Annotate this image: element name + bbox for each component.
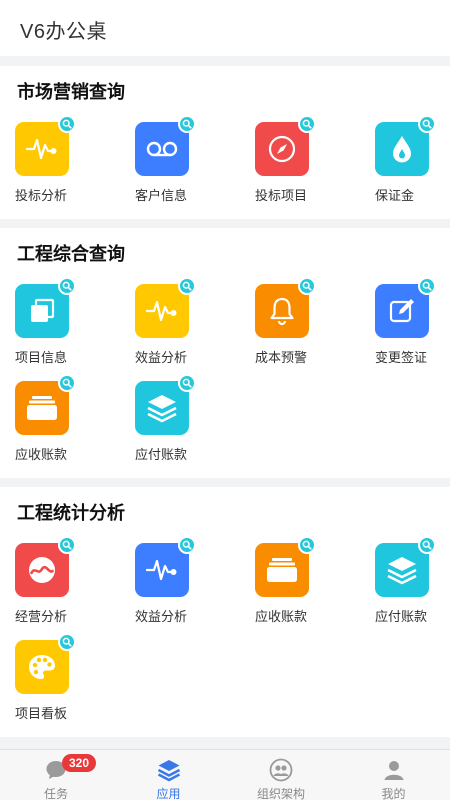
app-tile[interactable]: 应收账款 [15,374,125,471]
search-icon [58,374,76,392]
app-tile[interactable]: 经营分析 [15,536,125,633]
tile-label: 效益分析 [135,350,188,365]
section-1: 市场营销查询投标分析 客户信息 投标项目 保证金 [0,66,450,219]
tile-label: 成本预警 [255,350,308,365]
tile-label: 经营分析 [15,609,68,624]
tab-2[interactable]: 应用 [113,750,225,800]
search-icon [298,536,316,554]
search-icon [418,536,436,554]
app-header: V6办公桌 [0,0,450,56]
tile-label: 应付账款 [375,609,428,624]
tile-label: 应收账款 [15,447,68,462]
app-tile[interactable]: 效益分析 [135,536,245,633]
tile-label: 保证金 [375,188,415,203]
search-icon [178,277,196,295]
tile-label: 变更签证 [375,350,428,365]
app-tile[interactable]: 效益分析 [135,277,245,374]
tile-label: 投标项目 [255,188,308,203]
unread-count-badge: 320 [62,754,97,772]
app-tile[interactable]: 变更签证 [375,277,450,374]
tile-label: 应收账款 [255,609,308,624]
tile-label: 应付账款 [135,447,188,462]
bottom-tab-bar: 320 任务 应用 组织架构 我的 [0,749,450,800]
section-title: 工程综合查询 [17,244,125,264]
search-icon [298,115,316,133]
search-icon [58,277,76,295]
search-icon [58,536,76,554]
search-icon [58,115,76,133]
search-icon [418,277,436,295]
app-tile[interactable]: 应付账款 [135,374,245,471]
app-tile[interactable]: 保证金 [375,115,450,212]
search-icon [418,115,436,133]
tile-label: 项目信息 [15,350,68,365]
tab-3[interactable]: 组织架构 [225,750,337,800]
search-icon [178,374,196,392]
app-tile[interactable]: 应付账款 [375,536,450,633]
tab-1[interactable]: 320 任务 [0,750,112,800]
search-icon [178,115,196,133]
app-tile[interactable]: 应收账款 [255,536,365,633]
tab-label: 任务 [43,787,68,800]
tab-label: 我的 [381,787,406,800]
search-icon [298,277,316,295]
search-icon [58,633,76,651]
app-tile[interactable]: 投标项目 [255,115,365,212]
layers-icon [157,758,181,782]
people-icon [269,758,293,782]
tile-label: 客户信息 [135,188,188,203]
app-tile[interactable]: 项目看板 [15,633,125,730]
tile-label: 效益分析 [135,609,188,624]
app-tile[interactable]: 客户信息 [135,115,245,212]
tile-label: 项目看板 [15,706,68,721]
app-tile[interactable]: 项目信息 [15,277,125,374]
section-3: 工程统计分析经营分析 效益分析 应收账款 应付账款项目看板 [0,487,450,737]
app-title: V6办公桌 [20,21,107,43]
person-icon [382,758,406,782]
search-icon [178,536,196,554]
tab-4[interactable]: 我的 [338,750,450,800]
tile-label: 投标分析 [15,188,68,203]
section-title: 工程统计分析 [17,503,125,523]
tab-label: 组织架构 [256,787,305,800]
app-tile[interactable]: 成本预警 [255,277,365,374]
app-tile[interactable]: 投标分析 [15,115,125,212]
section-title: 市场营销查询 [17,82,125,102]
section-2: 工程综合查询项目信息 效益分析 成本预警 变更签证应收账款 应付账款 [0,228,450,478]
tab-label: 应用 [156,787,181,800]
